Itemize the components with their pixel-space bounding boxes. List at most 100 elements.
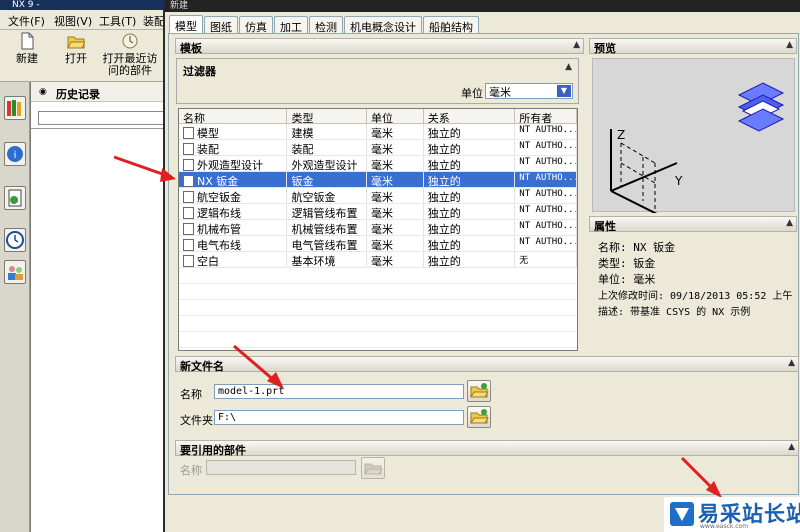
table-row[interactable]: 模型 建模 毫米 独立的 NT AUTHO... bbox=[179, 124, 577, 140]
menu-assemblies[interactable]: 装配 bbox=[143, 13, 165, 29]
filter-collapse-icon[interactable]: ▲ bbox=[565, 62, 572, 72]
table-row[interactable]: 装配 装配 毫米 独立的 NT AUTHO... bbox=[179, 140, 577, 156]
table-row[interactable]: 机械布管 机械管线布置 毫米 独立的 NT AUTHO... bbox=[179, 220, 577, 236]
cell-owner-text: 无 bbox=[519, 256, 529, 266]
cell-relation-text: 独立的 bbox=[427, 159, 461, 171]
cell-type-text: 装配 bbox=[291, 143, 314, 155]
preview-group-header[interactable]: 预览 ▲ bbox=[589, 38, 797, 55]
cell-owner-text: NT AUTHO... bbox=[519, 173, 577, 183]
logical-routing-icon bbox=[183, 207, 194, 219]
reference-name-field bbox=[206, 460, 356, 475]
cell-unit: 毫米 bbox=[367, 124, 424, 139]
cell-name: 电气布线 bbox=[179, 236, 288, 251]
property-modified: 上次修改时间: 09/18/2013 05:52 上午 bbox=[598, 291, 793, 302]
cell-unit: 毫米 bbox=[367, 140, 424, 155]
menu-tools[interactable]: 工具(T) bbox=[99, 13, 136, 29]
menu-view[interactable]: 视图(V) bbox=[54, 13, 92, 29]
cell-name-text: 模型 bbox=[197, 127, 219, 139]
nx-window-title: NX 9 - bbox=[0, 0, 163, 10]
cell-owner: 无 bbox=[515, 252, 577, 267]
preview-panel: Z Y X bbox=[592, 58, 795, 234]
column-header-type[interactable]: 类型 bbox=[287, 109, 368, 123]
pin-icon[interactable]: ◉ bbox=[39, 87, 47, 97]
name-label: 名称 bbox=[180, 388, 202, 401]
cell-name-text: 装配 bbox=[197, 143, 219, 155]
collapse-icon[interactable]: ▲ bbox=[788, 442, 795, 452]
table-row[interactable]: 逻辑布线 逻辑管线布置 毫米 独立的 NT AUTHO... bbox=[179, 204, 577, 220]
table-row[interactable]: NX 钣金 钣金 毫米 独立的 NT AUTHO... bbox=[179, 172, 577, 188]
tab-simulation[interactable]: 仿真 bbox=[239, 16, 273, 34]
cell-relation: 独立的 bbox=[424, 236, 516, 251]
tab-mechatronics[interactable]: 机电概念设计 bbox=[344, 16, 422, 34]
history-filter-field[interactable] bbox=[38, 111, 164, 125]
folder-field[interactable]: F:\ bbox=[214, 410, 464, 425]
table-row[interactable]: 电气布线 电气管线布置 毫米 独立的 NT AUTHO... bbox=[179, 236, 577, 252]
cell-name: NX 钣金 bbox=[179, 172, 288, 187]
cell-name: 模型 bbox=[179, 124, 288, 139]
cell-unit-text: 毫米 bbox=[371, 239, 394, 251]
properties-group-header[interactable]: 属性 ▲ bbox=[589, 216, 797, 233]
tab-inspection[interactable]: 检测 bbox=[309, 16, 343, 34]
sheet-metal-icon bbox=[183, 175, 194, 187]
chevron-down-icon[interactable]: ▼ bbox=[557, 85, 571, 97]
column-header-owner[interactable]: 所有者 bbox=[515, 109, 577, 123]
open-button[interactable]: 打开 bbox=[58, 32, 94, 65]
mechanical-routing-icon bbox=[183, 223, 194, 235]
collapse-icon[interactable]: ▲ bbox=[786, 218, 793, 228]
cell-name-text: NX 钣金 bbox=[197, 175, 239, 187]
tab-drawing[interactable]: 图纸 bbox=[204, 16, 238, 34]
cell-owner: NT AUTHO... bbox=[515, 204, 577, 219]
new-button[interactable]: 新建 bbox=[10, 32, 44, 65]
tab-ship-structures[interactable]: 船舶结构 bbox=[423, 16, 479, 34]
reference-part-group-header[interactable]: 要引用的部件 ▲ bbox=[175, 440, 799, 457]
history-divider bbox=[31, 128, 164, 129]
tab-model[interactable]: 模型 bbox=[169, 15, 203, 34]
cell-type: 钣金 bbox=[287, 172, 368, 187]
web-browser-tab[interactable]: i bbox=[4, 142, 26, 166]
template-group-header[interactable]: 模板 ▲ bbox=[175, 38, 584, 55]
history-tab[interactable] bbox=[4, 228, 26, 252]
cell-name-text: 机械布管 bbox=[197, 223, 241, 235]
table-row[interactable]: 空白 基本环境 毫米 独立的 无 bbox=[179, 252, 577, 268]
column-header-relation[interactable]: 关系 bbox=[424, 109, 516, 123]
cell-unit: 毫米 bbox=[367, 236, 424, 251]
open-recent-button[interactable]: 打开最近访 问的部件 bbox=[100, 32, 160, 77]
properties-panel: 名称: NX 钣金 类型: 钣金 单位: 毫米 上次修改时间: 09/18/20… bbox=[591, 236, 797, 346]
reference-name-label: 名称 bbox=[180, 464, 202, 477]
template-group-title: 模板 bbox=[180, 42, 202, 55]
filter-box: 过滤器 ▲ 单位 毫米 ▼ bbox=[176, 58, 579, 104]
cell-owner: NT AUTHO... bbox=[515, 156, 577, 171]
collapse-icon[interactable]: ▲ bbox=[788, 358, 795, 368]
cell-type-text: 钣金 bbox=[291, 175, 314, 187]
cell-unit: 毫米 bbox=[367, 172, 424, 187]
reference-part-title: 要引用的部件 bbox=[180, 444, 246, 457]
column-header-name[interactable]: 名称 bbox=[179, 109, 288, 123]
csys-preview-graphic: Z Y X bbox=[610, 82, 785, 234]
tab-manufacturing[interactable]: 加工 bbox=[274, 16, 308, 34]
collapse-icon[interactable]: ▲ bbox=[573, 40, 580, 50]
cell-unit: 毫米 bbox=[367, 204, 424, 219]
browse-folder-button[interactable] bbox=[467, 406, 491, 428]
unit-dropdown[interactable]: 毫米 ▼ bbox=[485, 83, 573, 99]
browse-file-button[interactable] bbox=[467, 380, 491, 402]
collapse-icon[interactable]: ▲ bbox=[786, 40, 793, 50]
cell-relation: 独立的 bbox=[424, 188, 516, 203]
new-file-group-header[interactable]: 新文件名 ▲ bbox=[175, 356, 799, 373]
menu-file[interactable]: 文件(F) bbox=[8, 13, 45, 29]
document-globe-icon bbox=[8, 189, 22, 207]
table-row[interactable]: 航空钣金 航空钣金 毫米 独立的 NT AUTHO... bbox=[179, 188, 577, 204]
filter-title: 过滤器 bbox=[183, 65, 216, 78]
cell-name-text: 外观造型设计 bbox=[197, 159, 263, 171]
roles-tab[interactable] bbox=[4, 260, 26, 284]
electrical-routing-icon bbox=[183, 239, 194, 251]
unit-dropdown-value: 毫米 bbox=[489, 86, 511, 99]
palette-tab[interactable] bbox=[4, 186, 26, 210]
assembly-navigator-tab[interactable] bbox=[4, 96, 26, 120]
column-header-unit[interactable]: 单位 bbox=[367, 109, 424, 123]
history-panel: ◉ 历史记录 bbox=[30, 82, 164, 532]
cell-owner-text: NT AUTHO... bbox=[519, 157, 577, 167]
file-name-field[interactable]: model-1.prt bbox=[214, 384, 464, 399]
table-row[interactable]: 外观造型设计 外观造型设计 毫米 独立的 NT AUTHO... bbox=[179, 156, 577, 172]
dialog-title: 新建 bbox=[165, 0, 800, 12]
assembly-icon bbox=[183, 143, 194, 155]
